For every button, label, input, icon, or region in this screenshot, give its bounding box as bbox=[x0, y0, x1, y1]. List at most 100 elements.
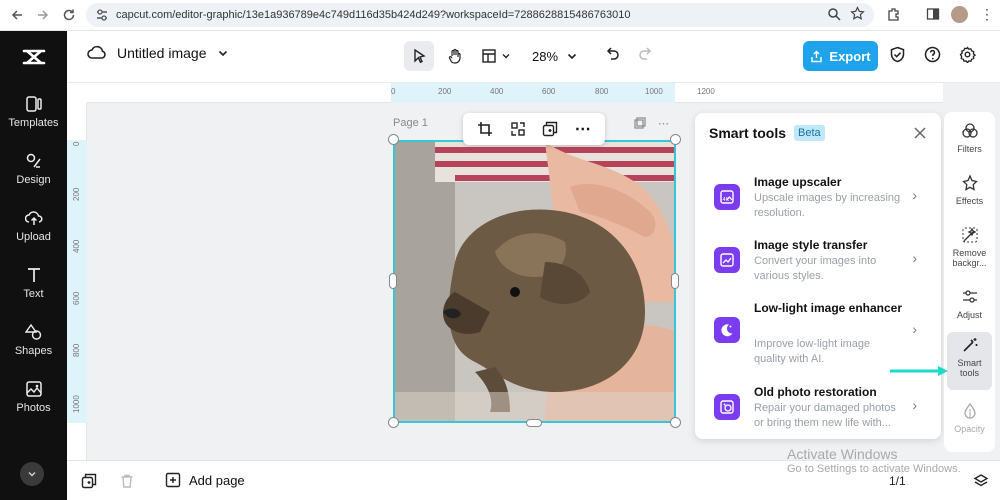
ruler-highlight bbox=[67, 140, 87, 423]
sidebar-item-design[interactable]: Design bbox=[0, 140, 67, 197]
layout-menu-button[interactable] bbox=[476, 41, 516, 71]
browser-menu-icon[interactable]: ⋮ bbox=[980, 6, 994, 23]
duplicate-icon[interactable] bbox=[542, 121, 558, 137]
sidepanel-icon[interactable] bbox=[926, 7, 940, 26]
panel-title: Smart tools Beta bbox=[709, 125, 825, 141]
zoom-page-icon[interactable] bbox=[827, 7, 841, 26]
tool-image-style-transfer[interactable]: Image style transfer Convert your images… bbox=[705, 230, 931, 290]
gear-icon[interactable] bbox=[959, 46, 976, 63]
rail-item-opacity[interactable]: Opacity bbox=[947, 402, 992, 434]
chevron-right-icon: › bbox=[912, 397, 917, 413]
ruler-label: 600 bbox=[542, 87, 556, 96]
address-bar[interactable]: capcut.com/editor-graphic/13e1a936789e4c… bbox=[86, 3, 874, 27]
duplicate-page-icon[interactable] bbox=[634, 117, 646, 129]
tool-desc: Upscale images by increasing resolution. bbox=[754, 192, 901, 219]
design-icon bbox=[26, 153, 41, 168]
sidebar-item-shapes[interactable]: Shapes bbox=[0, 311, 67, 368]
resize-handle-right[interactable] bbox=[671, 273, 679, 289]
editor-header: Untitled image 28% Export bbox=[67, 31, 1000, 83]
ruler-label: 400 bbox=[72, 239, 81, 253]
image-floating-toolbar: ⋯ bbox=[463, 113, 605, 145]
tool-image-upscaler[interactable]: 4K Image upscaler Upscale images by incr… bbox=[705, 167, 931, 227]
sidebar-item-text[interactable]: Text bbox=[0, 254, 67, 311]
document-title-area: Untitled image bbox=[87, 45, 229, 61]
shield-icon[interactable] bbox=[889, 46, 906, 63]
duplicate-page-icon[interactable] bbox=[81, 473, 97, 489]
rail-item-smart-tools[interactable]: Smart tools bbox=[947, 332, 992, 390]
page-more-icon[interactable]: ⋯ bbox=[658, 117, 669, 130]
profile-avatar[interactable] bbox=[951, 6, 968, 23]
chevron-down-icon[interactable] bbox=[217, 47, 229, 59]
collapse-menu-button[interactable] bbox=[20, 462, 44, 486]
rail-item-label: Filters bbox=[957, 144, 982, 154]
resize-handle-bottom-right[interactable] bbox=[670, 417, 681, 428]
export-icon bbox=[811, 50, 823, 62]
back-icon[interactable] bbox=[4, 2, 30, 28]
browser-toolbar: capcut.com/editor-graphic/13e1a936789e4c… bbox=[0, 0, 1000, 31]
magic-wand-icon bbox=[962, 338, 977, 352]
moon-icon bbox=[714, 317, 740, 343]
zoom-dropdown[interactable]: 28% bbox=[532, 49, 578, 64]
add-page-button[interactable]: Add page bbox=[165, 472, 245, 488]
svg-text:4K: 4K bbox=[723, 197, 730, 203]
help-icon[interactable] bbox=[924, 46, 941, 63]
tool-name: Image upscaler bbox=[754, 175, 842, 189]
zoom-value: 28% bbox=[532, 48, 559, 64]
rail-item-label: Effects bbox=[955, 196, 984, 206]
resize-handle-top-right[interactable] bbox=[670, 134, 681, 145]
tool-old-photo-restoration[interactable]: Old photo restoration Repair your damage… bbox=[705, 377, 931, 437]
trash-icon[interactable] bbox=[119, 473, 135, 489]
resize-handle-bottom[interactable] bbox=[526, 419, 542, 427]
ruler-label: 400 bbox=[490, 87, 504, 96]
site-settings-icon[interactable] bbox=[94, 7, 110, 23]
ruler-label: 0 bbox=[72, 141, 81, 146]
sidebar-item-upload[interactable]: Upload bbox=[0, 197, 67, 254]
cloud-sync-icon[interactable] bbox=[87, 45, 107, 61]
sidebar-item-label: Text bbox=[23, 287, 44, 300]
forward-icon[interactable] bbox=[30, 2, 56, 28]
ruler-corner bbox=[67, 83, 87, 103]
rail-item-filters[interactable]: Filters bbox=[947, 122, 992, 154]
rail-item-remove-background[interactable]: Remove backgr... bbox=[947, 226, 992, 268]
photo-restore-icon bbox=[714, 394, 740, 420]
resize-handle-bottom-left[interactable] bbox=[388, 417, 399, 428]
tool-desc: Convert your images into various styles. bbox=[754, 255, 877, 282]
capcut-logo[interactable] bbox=[0, 31, 67, 83]
header-actions bbox=[889, 46, 976, 63]
selected-image[interactable] bbox=[393, 140, 676, 423]
resize-handle-top-left[interactable] bbox=[388, 134, 399, 145]
page-counter: 1/1 bbox=[889, 474, 906, 488]
ruler-label: 1200 bbox=[697, 87, 715, 96]
hand-tool-button[interactable] bbox=[440, 41, 470, 71]
ruler-label: 200 bbox=[72, 187, 81, 201]
select-tool-button[interactable] bbox=[404, 41, 434, 71]
rail-item-label: Remove backgr... bbox=[952, 248, 987, 268]
ruler-label: 200 bbox=[438, 87, 452, 96]
extensions-icon[interactable] bbox=[887, 7, 901, 26]
more-options-icon[interactable]: ⋯ bbox=[575, 119, 591, 139]
resize-handle-left[interactable] bbox=[389, 273, 397, 289]
tool-desc: Repair your damaged photos or bring them… bbox=[754, 402, 896, 429]
reload-icon[interactable] bbox=[56, 2, 82, 28]
layers-icon[interactable] bbox=[973, 473, 989, 494]
bottom-left-actions bbox=[81, 473, 135, 489]
tool-low-light-enhancer[interactable]: Low-light image enhancer Improve low-lig… bbox=[705, 293, 931, 371]
add-page-label: Add page bbox=[189, 472, 245, 488]
tool-name: Low-light image enhancer bbox=[754, 301, 903, 315]
redo-icon[interactable] bbox=[637, 45, 653, 61]
chevron-down-icon bbox=[502, 54, 510, 59]
horizontal-ruler: 0 200 400 600 800 1000 1200 bbox=[87, 83, 943, 103]
undo-icon[interactable] bbox=[605, 45, 621, 61]
bookmark-star-icon[interactable] bbox=[850, 6, 865, 26]
sidebar-item-photos[interactable]: Photos bbox=[0, 368, 67, 425]
replace-icon[interactable] bbox=[510, 121, 526, 137]
crop-icon[interactable] bbox=[477, 121, 493, 137]
rail-item-effects[interactable]: Effects bbox=[947, 174, 992, 206]
sidebar-item-templates[interactable]: Templates bbox=[0, 83, 67, 140]
export-button[interactable]: Export bbox=[803, 41, 878, 71]
rail-item-adjust[interactable]: Adjust bbox=[947, 288, 992, 320]
sidebar-item-label: Shapes bbox=[14, 344, 53, 357]
document-title[interactable]: Untitled image bbox=[117, 45, 207, 61]
close-icon[interactable] bbox=[913, 124, 927, 145]
sidebar-item-label: Templates bbox=[8, 116, 59, 129]
